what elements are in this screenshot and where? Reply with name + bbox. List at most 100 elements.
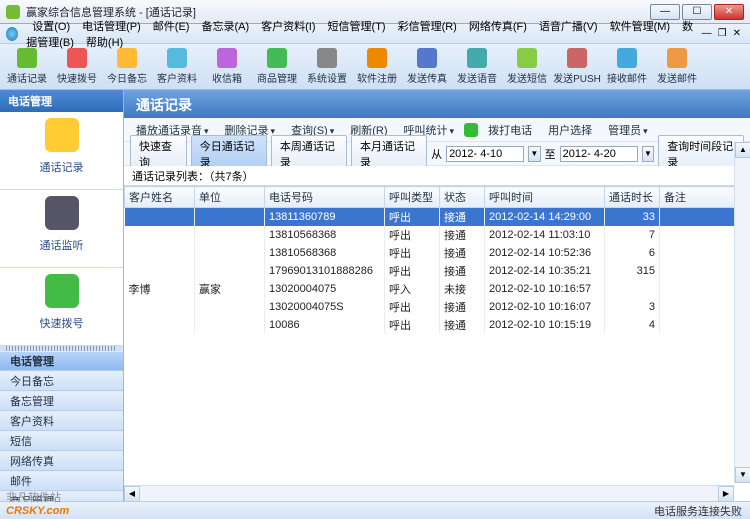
close-button[interactable]: ✕ — [714, 4, 744, 20]
col-header[interactable]: 呼叫类型 — [385, 187, 440, 208]
menu-item-4[interactable]: 客户资料(I) — [255, 21, 321, 33]
sidebar-item-备忘管理[interactable]: 备忘管理 — [0, 391, 123, 411]
table-row[interactable]: 13810568368呼出接通2012-02-14 11:03:107 — [125, 226, 750, 244]
date-from-picker[interactable]: ▼ — [528, 146, 541, 162]
cell: 17969013101888286 — [265, 262, 385, 280]
status-bar: 电话服务连接失败 — [0, 501, 750, 519]
table-row[interactable]: 13811360789呼出接通2012-02-14 14:29:0033 — [125, 208, 750, 227]
nav-通话记录[interactable]: 通话记录 — [0, 112, 123, 190]
menu-item-3[interactable]: 备忘录(A) — [195, 21, 255, 33]
mdi-minimize[interactable]: — — [699, 28, 715, 39]
table-row[interactable]: 10086呼出接通2012-02-10 10:15:194 — [125, 316, 750, 334]
col-header[interactable]: 状态 — [440, 187, 485, 208]
toolbar-label: 通话记录 — [7, 70, 47, 85]
menu-item-5[interactable]: 短信管理(T) — [322, 21, 392, 33]
col-header[interactable]: 单位 — [195, 187, 265, 208]
toolbar-今日备忘[interactable]: 今日备忘 — [103, 46, 151, 88]
toolbar-label: 客户资料 — [157, 70, 197, 85]
cell: 13810568368 — [265, 244, 385, 262]
cell: 7 — [605, 226, 660, 244]
menu-item-2[interactable]: 邮件(E) — [147, 21, 196, 33]
toolbar-icon — [167, 48, 187, 68]
sidebar-item-短信[interactable]: 短信 — [0, 431, 123, 451]
scroll-left-icon[interactable]: ◀ — [124, 486, 140, 502]
date-to-input[interactable] — [560, 146, 638, 162]
sidebar-item-电话管理[interactable]: 电话管理 — [0, 351, 123, 371]
toolbar-label: 系统设置 — [307, 70, 347, 85]
app-icon — [6, 5, 20, 19]
menu-item-0[interactable]: 设置(O) — [26, 21, 76, 33]
col-header[interactable]: 通话时长 — [605, 187, 660, 208]
main-toolbar: 通话记录快速拨号今日备忘客户资料收信箱商品管理系统设置软件注册发送传真发送语音发… — [0, 44, 750, 90]
menu-item-1[interactable]: 电话管理(P) — [76, 21, 147, 33]
sidebar-item-今日备忘[interactable]: 今日备忘 — [0, 371, 123, 391]
menu-item-8[interactable]: 语音广播(V) — [533, 21, 604, 33]
toolbar-系统设置[interactable]: 系统设置 — [303, 46, 351, 88]
date-to-picker[interactable]: ▼ — [642, 146, 655, 162]
cell: 2012-02-10 10:16:57 — [485, 280, 605, 298]
toolbar-label: 今日备忘 — [107, 70, 147, 85]
col-header[interactable]: 客户姓名 — [125, 187, 195, 208]
toolbar-发送PUSH[interactable]: 发送PUSH — [553, 46, 601, 88]
horizontal-scrollbar[interactable]: ◀ ▶ — [124, 485, 734, 501]
cell: 呼出 — [385, 208, 440, 227]
nav-快速拨号[interactable]: 快速拨号 — [0, 268, 123, 346]
toolbar-发送传真[interactable]: 发送传真 — [403, 46, 451, 88]
toolbar-label: 发送短信 — [507, 70, 547, 85]
toolbar-收信箱[interactable]: 收信箱 — [203, 46, 251, 88]
vertical-scrollbar[interactable]: ▲ ▼ — [734, 142, 750, 483]
table-row[interactable]: 13020004075S呼出接通2012-02-10 10:16:073 — [125, 298, 750, 316]
scroll-up-icon[interactable]: ▲ — [735, 142, 750, 158]
mdi-restore[interactable]: ❐ — [715, 28, 730, 39]
cell — [195, 244, 265, 262]
table-row[interactable]: 17969013101888286呼出接通2012-02-14 10:35:21… — [125, 262, 750, 280]
date-from-input[interactable] — [446, 146, 524, 162]
toolbar-icon — [217, 48, 237, 68]
cell: 2012-02-14 14:29:00 — [485, 208, 605, 227]
cell: 接通 — [440, 226, 485, 244]
toolbar-接收邮件[interactable]: 接收邮件 — [603, 46, 651, 88]
cell — [125, 208, 195, 227]
cell: 接通 — [440, 298, 485, 316]
phone-icon — [464, 123, 478, 137]
menu-item-6[interactable]: 彩信管理(R) — [392, 21, 463, 33]
table-row[interactable]: 13810568368呼出接通2012-02-14 10:52:366 — [125, 244, 750, 262]
sidebar-item-客户资料[interactable]: 客户资料 — [0, 411, 123, 431]
toolbar-软件注册[interactable]: 软件注册 — [353, 46, 401, 88]
cell: 6 — [605, 244, 660, 262]
scroll-right-icon[interactable]: ▶ — [718, 486, 734, 502]
sidebar-item-邮件[interactable]: 邮件 — [0, 471, 123, 491]
cell — [125, 262, 195, 280]
cell — [195, 226, 265, 244]
nav-通话监听[interactable]: 通话监听 — [0, 190, 123, 268]
toolbar-快速拨号[interactable]: 快速拨号 — [53, 46, 101, 88]
toolbar-发送短信[interactable]: 发送短信 — [503, 46, 551, 88]
toolbar-icon — [367, 48, 387, 68]
nav-label: 通话监听 — [0, 237, 123, 253]
toolbar-label: 发送语音 — [457, 70, 497, 85]
toolbar-客户资料[interactable]: 客户资料 — [153, 46, 201, 88]
cell: 2012-02-14 11:03:10 — [485, 226, 605, 244]
cell: 2012-02-14 10:35:21 — [485, 262, 605, 280]
mdi-close[interactable]: ✕ — [730, 28, 744, 39]
cell: 呼出 — [385, 244, 440, 262]
table-row[interactable]: 李博赢家13020004075呼入未接2012-02-10 10:16:57 — [125, 280, 750, 298]
toolbar-label: 发送邮件 — [657, 70, 697, 85]
col-header[interactable]: 呼叫时间 — [485, 187, 605, 208]
cell — [125, 316, 195, 334]
col-header[interactable]: 电话号码 — [265, 187, 385, 208]
cell: 10086 — [265, 316, 385, 334]
sidebar-item-网络传真[interactable]: 网络传真 — [0, 451, 123, 471]
toolbar-发送语音[interactable]: 发送语音 — [453, 46, 501, 88]
toolbar-发送邮件[interactable]: 发送邮件 — [653, 46, 701, 88]
toolbar-icon — [617, 48, 637, 68]
menu-item-9[interactable]: 软件管理(M) — [604, 21, 677, 33]
filter-row: 快速查询 今日通话记录 本周通话记录 本月通话记录 从 ▼ 至 ▼ 查询时间段记… — [124, 142, 750, 166]
toolbar-通话记录[interactable]: 通话记录 — [3, 46, 51, 88]
toolbar-icon — [417, 48, 437, 68]
dial-button[interactable]: 拨打电话 — [482, 122, 538, 138]
admin-dropdown[interactable]: 管理员 — [602, 122, 654, 138]
toolbar-商品管理[interactable]: 商品管理 — [253, 46, 301, 88]
menu-item-7[interactable]: 网络传真(F) — [463, 21, 533, 33]
scroll-down-icon[interactable]: ▼ — [735, 467, 750, 483]
